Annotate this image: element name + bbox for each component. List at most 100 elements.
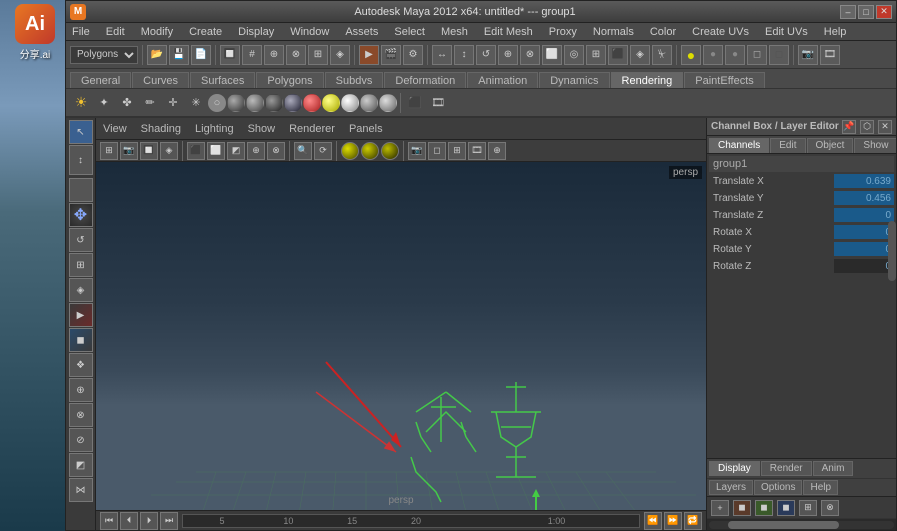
menu-item-create-uvs[interactable]: Create UVs bbox=[688, 25, 753, 39]
channel-close[interactable]: ✕ bbox=[878, 120, 892, 134]
camera-tool[interactable]: ⋈ bbox=[69, 478, 93, 502]
anim-tab[interactable]: Anim bbox=[813, 461, 854, 476]
new-button[interactable]: 📄 bbox=[191, 45, 211, 65]
shelf-icon-cross[interactable]: ✛ bbox=[162, 92, 184, 114]
shelf-icon-sphere3[interactable] bbox=[265, 94, 283, 112]
tool1[interactable]: ⊗ bbox=[286, 45, 306, 65]
vp-tool-8[interactable]: ⊕ bbox=[247, 142, 265, 160]
menu-item-proxy[interactable]: Proxy bbox=[545, 25, 581, 39]
vp-tool-11[interactable]: ⟳ bbox=[314, 142, 332, 160]
vp-tool-4[interactable]: ◈ bbox=[160, 142, 178, 160]
prev-frame[interactable]: ⏪ bbox=[644, 512, 662, 530]
view-menu[interactable]: View bbox=[100, 122, 130, 136]
display-tab[interactable]: Display bbox=[709, 461, 760, 476]
show-menu[interactable]: Show bbox=[245, 122, 279, 136]
menu-item-color[interactable]: Color bbox=[646, 25, 680, 39]
menu-item-file[interactable]: File bbox=[68, 25, 94, 39]
shelf-icon-sphere7[interactable] bbox=[341, 94, 359, 112]
channels-tab[interactable]: Channels bbox=[709, 138, 769, 153]
menu-item-create[interactable]: Create bbox=[185, 25, 226, 39]
shelf-tab-animation[interactable]: Animation bbox=[467, 72, 538, 88]
shelf-icon-asterisk[interactable]: ✳ bbox=[185, 92, 207, 114]
measure-tool[interactable]: ⊘ bbox=[69, 428, 93, 452]
shelf-tab-subdvs[interactable]: Subdvs bbox=[325, 72, 384, 88]
shelf-icon-pencil[interactable]: ✏ bbox=[139, 92, 161, 114]
vp-tool-14[interactable]: ⊞ bbox=[448, 142, 466, 160]
icon-l[interactable]: ● bbox=[681, 45, 701, 65]
shelf-icon-ring[interactable]: ○ bbox=[208, 94, 226, 112]
menu-item-normals[interactable]: Normals bbox=[589, 25, 638, 39]
sculpt[interactable]: ◼ bbox=[69, 328, 93, 352]
grid-button[interactable]: # bbox=[242, 45, 262, 65]
move-tool[interactable]: ✥ bbox=[69, 203, 93, 227]
shading-menu[interactable]: Shading bbox=[138, 122, 184, 136]
ipr-btn[interactable]: 🎬 bbox=[381, 45, 401, 65]
vp-tool-3[interactable]: 🔲 bbox=[140, 142, 158, 160]
shelf-icon-sphere4[interactable] bbox=[284, 94, 302, 112]
vp-sphere-1[interactable] bbox=[341, 142, 359, 160]
menu-item-edit[interactable]: Edit bbox=[102, 25, 129, 39]
menu-item-edit-mesh[interactable]: Edit Mesh bbox=[480, 25, 537, 39]
soft-mod[interactable]: ▶ bbox=[69, 303, 93, 327]
icon-r[interactable]: 🎞 bbox=[820, 45, 840, 65]
vp-sphere-3[interactable] bbox=[381, 142, 399, 160]
menu-item-help[interactable]: Help bbox=[820, 25, 851, 39]
play-forward[interactable]: ⏵ bbox=[140, 512, 158, 530]
close-button[interactable]: ✕ bbox=[876, 5, 892, 19]
icon-f[interactable]: ⬜ bbox=[542, 45, 562, 65]
shelf-tab-dynamics[interactable]: Dynamics bbox=[539, 72, 609, 88]
render-tab[interactable]: Render bbox=[761, 461, 812, 476]
open-button[interactable]: 📂 bbox=[147, 45, 167, 65]
menu-item-assets[interactable]: Assets bbox=[341, 25, 382, 39]
icon-d[interactable]: ⊕ bbox=[498, 45, 518, 65]
icon-q[interactable]: 📷 bbox=[798, 45, 818, 65]
play-begin[interactable]: ⏮ bbox=[100, 512, 118, 530]
shelf-icon-sphere1[interactable] bbox=[227, 94, 245, 112]
play-end[interactable]: ⏭ bbox=[160, 512, 178, 530]
channel-scroll-thumb[interactable] bbox=[888, 221, 896, 281]
horizontal-scrollbar[interactable] bbox=[707, 518, 896, 530]
rotatey-value[interactable] bbox=[834, 242, 894, 256]
shelf-icon-sphere6[interactable] bbox=[322, 94, 340, 112]
vp-tool-7[interactable]: ◩ bbox=[227, 142, 245, 160]
shelf-icon-sphere5[interactable] bbox=[303, 94, 321, 112]
vp-tool-1[interactable]: ⊞ bbox=[100, 142, 118, 160]
vp-sphere-2[interactable] bbox=[361, 142, 379, 160]
layers-tab[interactable]: Layers bbox=[709, 480, 753, 495]
mode-select[interactable]: Polygons bbox=[70, 46, 138, 64]
select-tool[interactable]: ↖ bbox=[69, 120, 93, 144]
menu-item-modify[interactable]: Modify bbox=[137, 25, 177, 39]
layer-icon-3[interactable]: ◼ bbox=[777, 500, 795, 516]
layer-icon-1[interactable]: ◼ bbox=[733, 500, 751, 516]
save-button[interactable]: 💾 bbox=[169, 45, 189, 65]
paint-select-tool[interactable] bbox=[69, 178, 93, 202]
icon-m[interactable]: ● bbox=[703, 45, 723, 65]
render-settings[interactable]: ⚙ bbox=[403, 45, 423, 65]
shelf-icon-sphere8[interactable] bbox=[360, 94, 378, 112]
rubber-band[interactable]: ⊗ bbox=[69, 403, 93, 427]
shelf-tab-deformation[interactable]: Deformation bbox=[384, 72, 466, 88]
universal-manip[interactable]: ◈ bbox=[69, 278, 93, 302]
icon-i[interactable]: ⬛ bbox=[608, 45, 628, 65]
icon-c[interactable]: ↺ bbox=[476, 45, 496, 65]
menu-item-edit-uvs[interactable]: Edit UVs bbox=[761, 25, 812, 39]
snap-together[interactable]: ⊕ bbox=[69, 378, 93, 402]
translatey-value[interactable] bbox=[834, 191, 894, 205]
magnet-button[interactable]: ⊕ bbox=[264, 45, 284, 65]
show-tab[interactable]: Show bbox=[854, 138, 896, 153]
icon-k[interactable]: ⏧ bbox=[652, 45, 672, 65]
vp-tool-2[interactable]: 📷 bbox=[120, 142, 138, 160]
icon-h[interactable]: ⊞ bbox=[586, 45, 606, 65]
edit-tab[interactable]: Edit bbox=[770, 138, 805, 153]
options-tab[interactable]: Options bbox=[754, 480, 802, 495]
shelf-icon-compass[interactable]: ✤ bbox=[116, 92, 138, 114]
translatex-value[interactable] bbox=[834, 174, 894, 188]
maximize-button[interactable]: □ bbox=[858, 5, 874, 19]
shelf-tab-surfaces[interactable]: Surfaces bbox=[190, 72, 255, 88]
lighting-menu[interactable]: Lighting bbox=[192, 122, 237, 136]
panels-menu[interactable]: Panels bbox=[346, 122, 386, 136]
tool3[interactable]: ◈ bbox=[330, 45, 350, 65]
rotatex-value[interactable] bbox=[834, 225, 894, 239]
vp-tool-16[interactable]: ⊕ bbox=[488, 142, 506, 160]
rotate-tool[interactable]: ↺ bbox=[69, 228, 93, 252]
